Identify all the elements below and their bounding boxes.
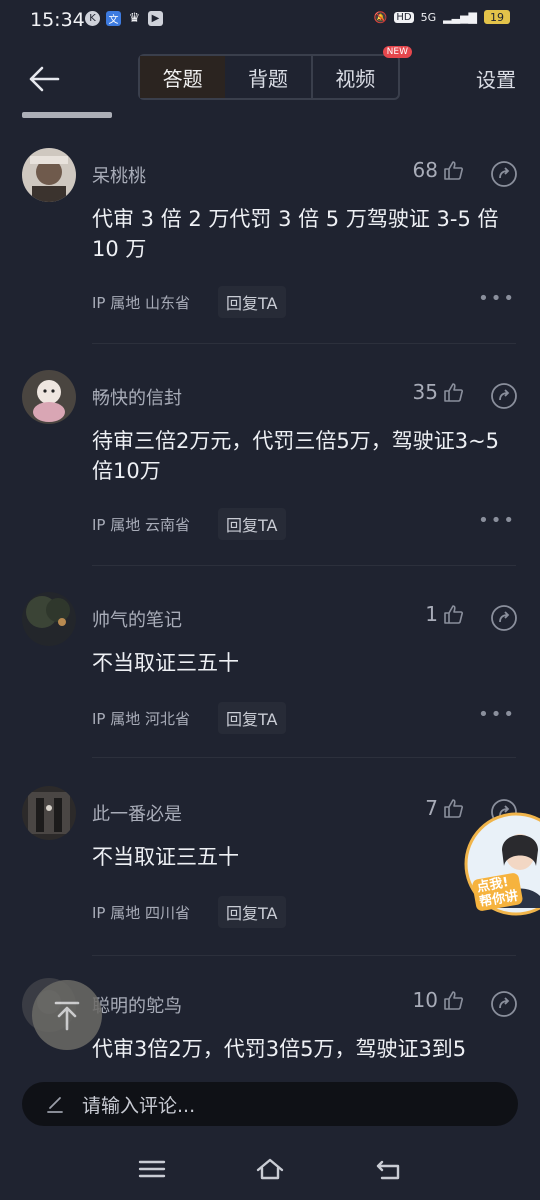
avatar[interactable] xyxy=(22,148,76,202)
comment-author[interactable]: 畅快的信封 xyxy=(92,384,182,410)
tab-label: 答题 xyxy=(162,66,203,91)
status-bar: 15:34 K 文 ♛ ▶ 🔕 HD 5G ▂▃▅▇ 19 xyxy=(0,0,540,44)
like-button[interactable]: 1 xyxy=(425,602,464,626)
like-button[interactable]: 10 xyxy=(413,988,464,1012)
status-notification-icons: K 文 ♛ ▶ xyxy=(85,11,163,26)
tab-video[interactable]: 视频 NEW xyxy=(310,46,412,98)
mute-bell-icon: 🔕 xyxy=(373,10,388,24)
more-options-icon[interactable]: ••• xyxy=(478,288,516,309)
thumbs-up-icon xyxy=(444,383,463,402)
share-icon[interactable] xyxy=(490,990,518,1018)
comment-text: 不当取证三五十 xyxy=(92,845,239,869)
reply-button[interactable]: 回复TA xyxy=(218,286,286,318)
thumbs-up-icon xyxy=(444,605,463,624)
play-icon: ▶ xyxy=(148,11,163,26)
comment-text: 代审3倍2万，代罚3倍5万，驾驶证3到5 xyxy=(92,1037,467,1061)
pencil-icon xyxy=(47,1097,63,1113)
thumbs-up-icon xyxy=(444,161,463,180)
like-button[interactable]: 35 xyxy=(413,380,464,404)
like-button[interactable]: 68 xyxy=(413,158,464,182)
app-notification-icon: 文 xyxy=(106,11,121,26)
divider xyxy=(92,955,516,956)
thumbs-up-icon xyxy=(444,799,463,818)
tab-recite[interactable]: 背题 xyxy=(225,56,310,98)
back-nav-icon[interactable] xyxy=(374,1154,406,1184)
back-button[interactable] xyxy=(26,62,62,96)
comment-text: 代审 3 倍 2 万代罚 3 倍 5 万驾驶证 3-5 倍 10 万 xyxy=(92,207,499,261)
more-options-icon[interactable]: ••• xyxy=(478,510,516,531)
reply-button[interactable]: 回复TA xyxy=(218,702,286,734)
app-notification-icon: K xyxy=(85,11,100,26)
arrow-up-to-top-icon xyxy=(54,1001,80,1031)
avatar[interactable] xyxy=(22,786,76,840)
comment-meta: IP 属地 河北省 回复TA xyxy=(92,702,286,734)
signal-icon: ▂▃▅▇ xyxy=(443,10,477,24)
home-icon[interactable] xyxy=(254,1154,286,1184)
like-count: 7 xyxy=(425,796,438,820)
comment-text: 待审三倍2万元，代罚三倍5万，驾驶证3~5倍10万 xyxy=(92,429,500,483)
arrow-left-icon xyxy=(29,66,60,92)
ip-location: IP 属地 四川省 xyxy=(92,903,191,922)
like-button[interactable]: 7 xyxy=(425,796,464,820)
reply-button[interactable]: 回复TA xyxy=(218,508,286,540)
hd-icon: HD xyxy=(394,11,414,23)
comment-item: 畅快的信封 35 待审三倍2万元，代罚三倍5万，驾驶证3~5倍10万 IP 属地… xyxy=(0,370,540,566)
avatar[interactable] xyxy=(22,592,76,646)
divider xyxy=(92,565,516,566)
divider xyxy=(92,757,516,758)
clipped-heading xyxy=(22,104,142,118)
share-icon[interactable] xyxy=(490,160,518,188)
ip-location: IP 属地 山东省 xyxy=(92,293,191,312)
comment-item: 此一番必是 7 不当取证三五十 IP 属地 四川省 回复TA xyxy=(0,786,540,956)
comment-author[interactable]: 聪明的鸵鸟 xyxy=(92,992,182,1018)
more-options-icon[interactable]: ••• xyxy=(478,704,516,725)
status-time: 15:34 xyxy=(30,9,85,31)
tab-answer[interactable]: 答题 xyxy=(140,56,226,98)
scroll-to-top-button[interactable] xyxy=(32,980,102,1050)
divider xyxy=(92,343,516,344)
network-icon: 5G xyxy=(420,10,437,24)
status-system-icons: 🔕 HD 5G ▂▃▅▇ 19 xyxy=(374,10,510,24)
ip-location: IP 属地 河北省 xyxy=(92,709,191,728)
comment-author[interactable]: 帅气的笔记 xyxy=(92,606,182,632)
comment-meta: IP 属地 山东省 回复TA xyxy=(92,286,286,318)
ip-location: IP 属地 云南省 xyxy=(92,515,191,534)
settings-button[interactable]: 设置 xyxy=(476,64,516,93)
like-count: 1 xyxy=(425,602,438,626)
assistant-helper-button[interactable]: 点我! 帮你讲 xyxy=(464,812,540,920)
avatar[interactable] xyxy=(22,370,76,424)
comment-author[interactable]: 此一番必是 xyxy=(92,800,182,826)
like-count: 68 xyxy=(412,158,438,182)
comment-item: 帅气的笔记 1 不当取证三五十 IP 属地 河北省 回复TA ••• xyxy=(0,592,540,758)
comment-input-placeholder: 请输入评论... xyxy=(82,1094,196,1117)
comment-item: 呆桃桃 68 代审 3 倍 2 万代罚 3 倍 5 万驾驶证 3-5 倍 10 … xyxy=(0,148,540,344)
comment-meta: IP 属地 云南省 回复TA xyxy=(92,508,286,540)
comment-meta: IP 属地 四川省 回复TA xyxy=(92,896,286,928)
new-badge: NEW xyxy=(382,46,412,58)
share-icon[interactable] xyxy=(490,604,518,632)
mode-tabs: 答题 背题 视频 NEW xyxy=(138,46,412,100)
like-count: 10 xyxy=(412,988,438,1012)
tab-label: 背题 xyxy=(247,66,288,91)
menu-icon[interactable] xyxy=(136,1154,168,1184)
comment-text: 不当取证三五十 xyxy=(92,651,239,675)
crown-icon: ♛ xyxy=(128,11,141,26)
tab-label: 视频 xyxy=(335,66,376,91)
reply-button[interactable]: 回复TA xyxy=(218,896,286,928)
like-count: 35 xyxy=(412,380,438,404)
system-nav-bar xyxy=(0,1140,540,1200)
comment-input[interactable]: 请输入评论... xyxy=(22,1082,518,1126)
thumbs-up-icon xyxy=(444,991,463,1010)
battery-icon: 19 xyxy=(484,10,510,24)
share-icon[interactable] xyxy=(490,382,518,410)
comment-author[interactable]: 呆桃桃 xyxy=(92,162,146,188)
